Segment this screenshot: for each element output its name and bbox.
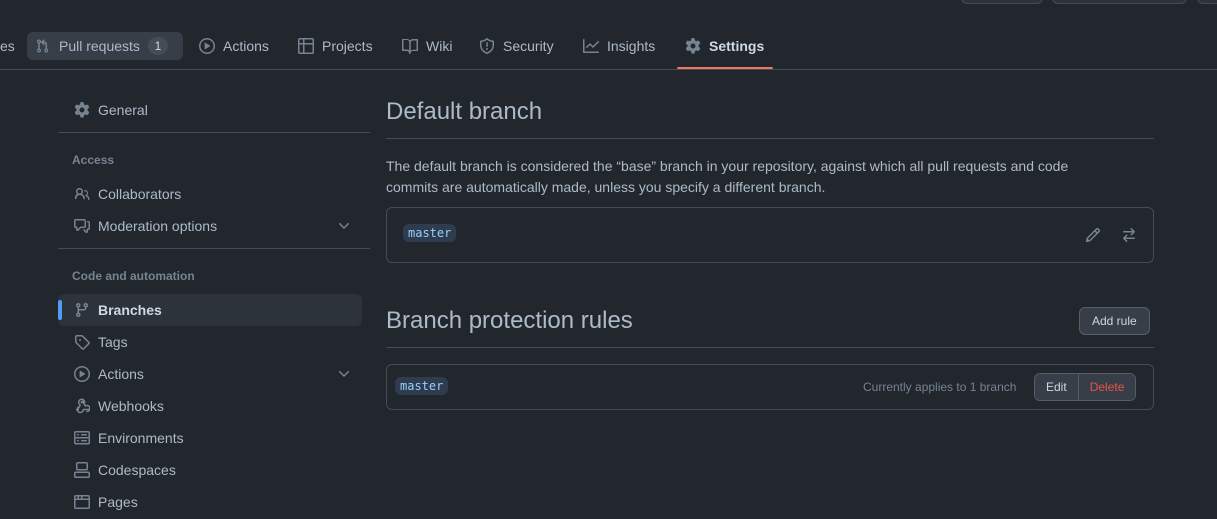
section-divider bbox=[386, 138, 1154, 139]
graph-icon bbox=[583, 39, 599, 53]
default-branch-box: master bbox=[386, 207, 1154, 263]
play-icon bbox=[74, 366, 90, 382]
comment-discussion-icon bbox=[74, 219, 90, 233]
table-icon bbox=[298, 38, 314, 54]
codespaces-icon bbox=[74, 462, 90, 478]
sidebar-item-label: Tags bbox=[98, 334, 128, 350]
sidebar-item-branches[interactable]: Branches bbox=[58, 294, 362, 326]
nav-item-insights[interactable]: Insights bbox=[575, 32, 663, 60]
nav-item-pull-requests[interactable]: Pull requests 1 bbox=[27, 32, 183, 60]
sidebar-item-label: Moderation options bbox=[98, 218, 218, 234]
edit-rule-button[interactable]: Edit bbox=[1035, 374, 1078, 400]
gear-icon bbox=[74, 102, 90, 118]
sidebar-divider bbox=[58, 132, 370, 133]
sidebar-item-pages[interactable]: Pages bbox=[58, 486, 362, 518]
nav-item-code[interactable]: es bbox=[0, 32, 23, 60]
nav-label: es bbox=[0, 38, 15, 54]
sidebar-item-general[interactable]: General bbox=[58, 94, 362, 126]
rule-applies-text: Currently applies to 1 branch bbox=[863, 380, 1017, 394]
server-icon bbox=[74, 431, 90, 445]
sidebar-item-label: Codespaces bbox=[98, 462, 176, 478]
sidebar-item-label: Environments bbox=[98, 430, 184, 446]
play-icon bbox=[199, 38, 215, 54]
section-divider bbox=[386, 347, 1154, 348]
gear-icon bbox=[685, 38, 701, 54]
nav-label: Projects bbox=[322, 38, 373, 54]
people-icon bbox=[74, 188, 90, 200]
sidebar-heading-access: Access bbox=[72, 153, 115, 167]
sidebar-item-codespaces[interactable]: Codespaces bbox=[58, 454, 362, 486]
nav-item-settings[interactable]: Settings bbox=[677, 32, 772, 60]
nav-label: Pull requests bbox=[59, 38, 140, 54]
sidebar-item-label: Collaborators bbox=[98, 186, 182, 202]
sidebar-item-webhooks[interactable]: Webhooks bbox=[58, 390, 362, 422]
book-icon bbox=[402, 38, 418, 54]
branch-protection-title: Branch protection rules bbox=[386, 307, 633, 334]
sidebar-item-moderation-options[interactable]: Moderation options bbox=[58, 210, 362, 242]
nav-item-security[interactable]: Security bbox=[471, 32, 562, 60]
nav-item-actions[interactable]: Actions bbox=[191, 32, 277, 60]
pull-requests-counter: 1 bbox=[147, 37, 168, 55]
sidebar-item-tags[interactable]: Tags bbox=[58, 326, 362, 358]
git-pull-request-icon bbox=[37, 39, 49, 53]
protection-rule-row: master Currently applies to 1 branch Edi… bbox=[386, 364, 1154, 410]
tag-icon bbox=[74, 335, 90, 350]
rule-branch-pattern: master bbox=[395, 377, 449, 395]
delete-rule-button[interactable]: Delete bbox=[1077, 374, 1136, 400]
nav-label: Security bbox=[503, 38, 554, 54]
sidebar-heading-code-automation: Code and automation bbox=[72, 269, 195, 283]
arrow-switch-icon bbox=[1123, 228, 1135, 242]
sidebar-item-label: Pages bbox=[98, 494, 138, 510]
switch-branch-button[interactable] bbox=[1117, 223, 1141, 247]
rename-branch-button[interactable] bbox=[1081, 223, 1105, 247]
default-branch-title: Default branch bbox=[386, 98, 543, 125]
nav-item-wiki[interactable]: Wiki bbox=[394, 32, 460, 60]
default-branch-description: The default branch is considered the “ba… bbox=[386, 158, 1069, 195]
sidebar-item-environments[interactable]: Environments bbox=[58, 422, 362, 454]
nav-label: Insights bbox=[607, 38, 656, 54]
rule-actions: Edit Delete bbox=[1034, 373, 1137, 401]
nav-label: Wiki bbox=[426, 38, 453, 54]
sidebar-item-label: Webhooks bbox=[98, 398, 164, 414]
repo-nav: es Pull requests 1 Actions Projects Wiki… bbox=[0, 0, 1217, 70]
chevron-down-icon bbox=[339, 371, 349, 377]
pencil-icon bbox=[1085, 227, 1101, 243]
sidebar-item-collaborators[interactable]: Collaborators bbox=[58, 178, 362, 210]
sidebar-item-actions[interactable]: Actions bbox=[58, 358, 362, 390]
nav-label: Actions bbox=[223, 38, 269, 54]
shield-icon bbox=[480, 38, 494, 54]
selected-tab-underline bbox=[677, 67, 773, 69]
sidebar-item-label: Branches bbox=[98, 302, 162, 318]
nav-label: Settings bbox=[709, 38, 765, 54]
nav-item-projects[interactable]: Projects bbox=[290, 32, 381, 60]
default-branch-name: master bbox=[403, 224, 457, 242]
chevron-down-icon bbox=[339, 223, 349, 229]
browser-icon bbox=[74, 495, 90, 509]
add-rule-button[interactable]: Add rule bbox=[1079, 307, 1150, 335]
sidebar-item-label: Actions bbox=[98, 366, 144, 382]
sidebar-divider bbox=[58, 248, 370, 249]
sidebar-item-label: General bbox=[98, 102, 148, 118]
git-branch-icon bbox=[76, 302, 88, 318]
webhook-icon bbox=[76, 398, 90, 414]
